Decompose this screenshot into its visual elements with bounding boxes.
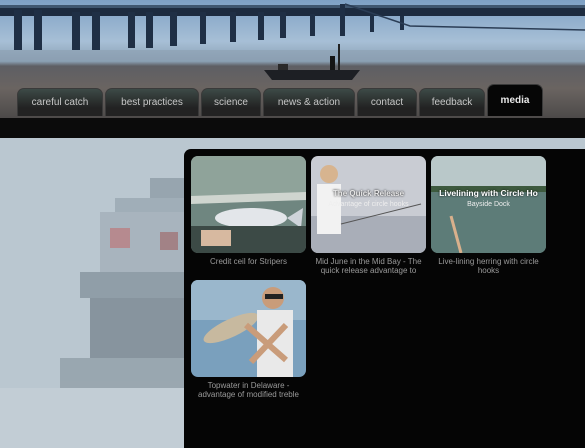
nav-underbar — [0, 118, 585, 138]
tab-best-practices[interactable]: best practices — [105, 88, 199, 116]
video-card: Topwater in Delaware - advantage of modi… — [191, 280, 306, 399]
tab-news-action[interactable]: news & action — [263, 88, 355, 116]
video-thumbnail[interactable]: The Quick Release Advantage of circle ho… — [311, 156, 426, 253]
angler-with-fish-photo — [191, 280, 306, 377]
video-caption[interactable]: Credit ceil for Stripers — [191, 257, 306, 266]
video-card: Livelining with Circle Ho Bayside Dock L… — [431, 156, 546, 275]
tab-careful-catch[interactable]: careful catch — [17, 88, 103, 116]
boat-icon — [264, 44, 360, 80]
fish-photo — [191, 156, 306, 253]
video-card: The Quick Release Advantage of circle ho… — [311, 156, 426, 275]
video-caption[interactable]: Topwater in Delaware - advantage of modi… — [191, 381, 306, 399]
video-caption[interactable]: Live-lining herring with circle hooks — [431, 257, 546, 275]
video-thumbnail[interactable] — [191, 280, 306, 377]
video-caption[interactable]: Mid June in the Mid Bay - The quick rele… — [311, 257, 426, 275]
site-header-banner: careful catch best practices science new… — [0, 0, 585, 118]
video-overlay-subtitle: Advantage of circle hooks — [328, 201, 409, 208]
video-thumbnail[interactable]: Livelining with Circle Ho Bayside Dock — [431, 156, 546, 253]
video-card: Credit ceil for Stripers — [191, 156, 306, 266]
video-thumbnail[interactable] — [191, 156, 306, 253]
tab-feedback[interactable]: feedback — [419, 88, 485, 116]
tab-contact[interactable]: contact — [357, 88, 417, 116]
video-overlay-title: Livelining with Circle Ho — [439, 188, 538, 198]
video-overlay-title: The Quick Release — [332, 189, 405, 198]
tab-media[interactable]: media — [487, 84, 543, 116]
tab-science[interactable]: science — [201, 88, 261, 116]
video-overlay-subtitle: Bayside Dock — [467, 201, 510, 208]
media-panel: Credit ceil for Stripers The Quick Relea… — [184, 149, 585, 448]
